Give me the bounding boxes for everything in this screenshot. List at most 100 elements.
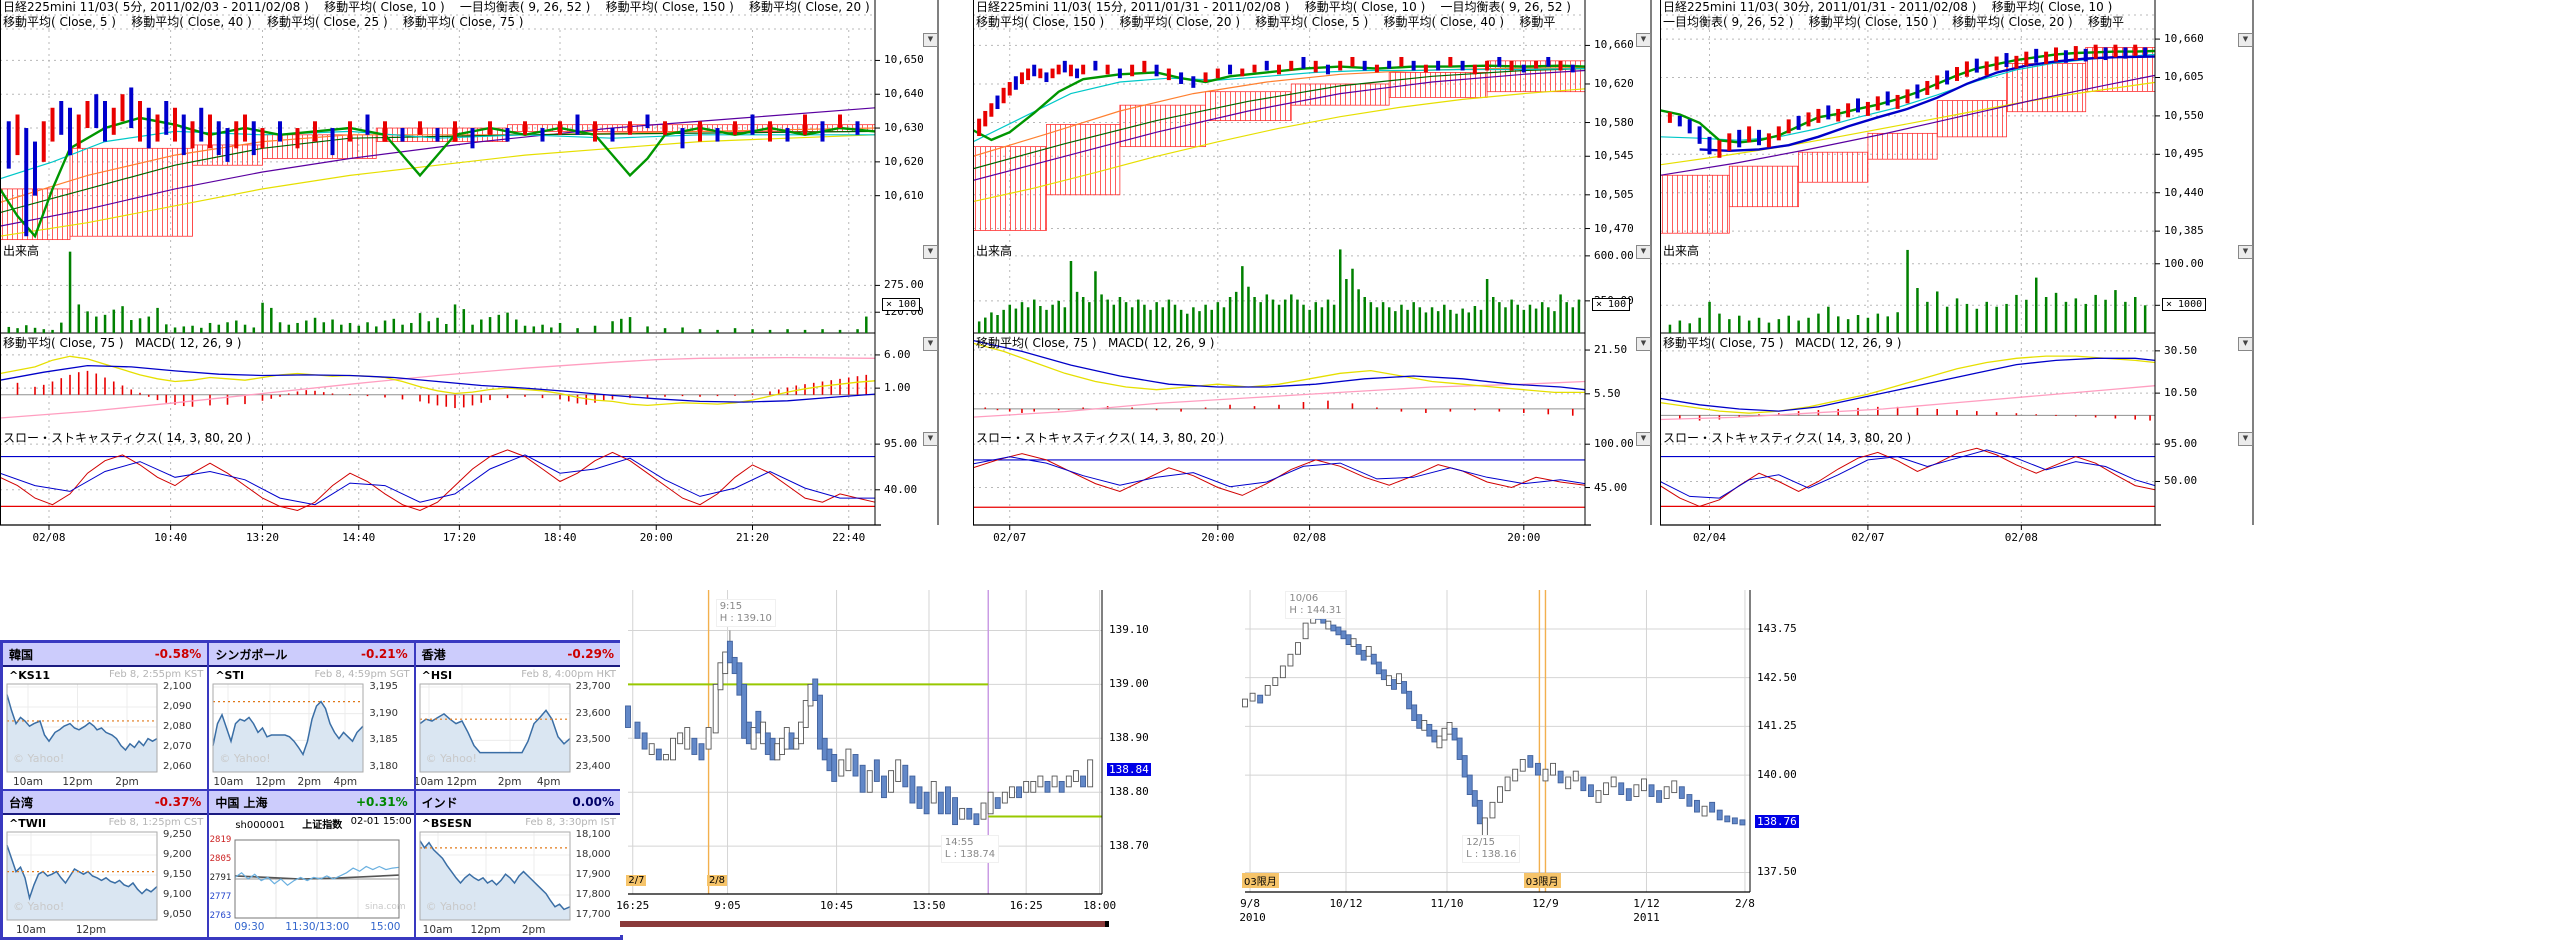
mini-y-axis-label: 17,900 — [576, 869, 611, 880]
volume-axis-label: 275.00 — [884, 278, 924, 291]
market-cell-taiwan: 台湾 -0.37% ^TWII Feb 8, 1:25pm CST 9,2509… — [2, 790, 208, 938]
stoch-axis-label: 95.00 — [884, 437, 917, 450]
x-tick-label: 20:00 — [1507, 531, 1540, 544]
panel-menu-button[interactable]: ▼ — [1636, 432, 1651, 446]
scroll-range-bar[interactable] — [620, 921, 1109, 927]
market-change-percent: -0.37% — [155, 791, 202, 813]
mini-x-axis-label: 12pm — [255, 776, 285, 788]
market-symbol: sh000001 — [235, 820, 285, 831]
mini-x-axis-label: 10am — [415, 776, 444, 788]
x-tick-label: 12/9 — [1532, 897, 1559, 910]
volume-multiplier: × 100 — [1592, 298, 1630, 311]
market-mini-chart[interactable]: 18,10018,00017,90017,80017,70010am12pm2p… — [416, 830, 620, 936]
macd-axis-label: 5.50 — [1594, 387, 1621, 400]
world-markets-widget-grid: 韓国 -0.58% ^KS11 Feb 8, 2:55pm KST 2,1002… — [0, 640, 623, 940]
market-name: 中国 上海 — [215, 796, 267, 810]
mini-x-axis-label: 15:00 — [370, 921, 400, 933]
market-mini-chart[interactable]: 9,2509,2009,1509,1009,05010am12pm© Yahoo… — [3, 830, 207, 936]
panel-menu-button[interactable]: ▼ — [2238, 33, 2253, 47]
price-axis-label: 10,580 — [1594, 116, 1634, 129]
mini-x-axis-label: 11:30/13:00 — [285, 921, 349, 933]
market-mini-chart[interactable]: 23,70023,60023,50023,40010am12pm2pm4pm© … — [416, 682, 620, 788]
panel-menu-button[interactable]: ▼ — [923, 432, 938, 446]
x-tick-label: 20:00 — [1201, 531, 1234, 544]
market-name: シンガポール — [215, 648, 287, 662]
mini-y-axis-label: 2819 — [209, 835, 231, 845]
stochastics-panel-label: スロー・ストキャスティクス( 14, 3, 80, 20 ) — [3, 429, 251, 446]
date-badge: 2/8 — [707, 875, 727, 886]
mini-x-axis-label: 2pm — [298, 776, 322, 788]
chart-credit: © Yahoo! — [426, 752, 477, 765]
panel-menu-button[interactable]: ▼ — [923, 337, 938, 351]
market-body: ^HSI Feb 8, 4:00pm HKT 23,70023,60023,50… — [416, 667, 620, 788]
market-mini-chart[interactable]: 3,1953,1903,1853,18010am12pm2pm4pm© Yaho… — [209, 682, 413, 788]
stochastics-panel-label: スロー・ストキャスティクス( 14, 3, 80, 20 ) — [1663, 429, 1911, 446]
panel-menu-button[interactable]: ▼ — [1636, 337, 1651, 351]
market-header: 香港 -0.29% — [416, 643, 620, 667]
low-annotation: 14:55L : 138.74 — [941, 835, 999, 863]
y-axis-label: 138.70 — [1109, 839, 1149, 852]
panel-menu-button[interactable]: ▼ — [2238, 245, 2253, 259]
macd-axis-label: 21.50 — [1594, 343, 1627, 356]
annotation-time: 14:55 — [945, 837, 995, 849]
panel-menu-button[interactable]: ▼ — [2238, 337, 2253, 351]
mini-y-axis-label: 2791 — [209, 873, 231, 883]
market-mini-chart[interactable]: 2819280527912777276309:3011:30/13:0015:0… — [209, 830, 413, 936]
mini-x-axis-label: 12pm — [76, 924, 106, 936]
chart-title: 日経225mini 11/03( 15分, 2011/01/31 - 2011/… — [976, 0, 1653, 15]
x-tick-label: 16:25 — [616, 899, 649, 912]
stoch-axis-label: 45.00 — [1594, 481, 1627, 494]
chart-title: 日経225mini 11/03( 30分, 2011/01/31 - 2011/… — [1663, 0, 2255, 15]
volume-panel-label: 出来高 — [3, 242, 39, 259]
market-cell-singapore: シンガポール -0.21% ^STI Feb 8, 4:59pm SGT 3,1… — [208, 642, 414, 790]
mini-y-axis-label: 17,800 — [576, 889, 611, 900]
volume-multiplier: × 1000 — [2162, 298, 2206, 311]
panel-menu-button[interactable]: ▼ — [923, 245, 938, 259]
market-header: インド 0.00% — [416, 791, 620, 815]
panel-menu-button[interactable]: ▼ — [1636, 245, 1651, 259]
market-body: ^STI Feb 8, 4:59pm SGT 3,1953,1903,1853,… — [209, 667, 413, 788]
mini-x-axis-label: 12pm — [62, 776, 92, 788]
price-axis-label: 10,550 — [2164, 109, 2204, 122]
x-tick-label: 1/12 — [1633, 897, 1660, 910]
price-axis-label: 10,650 — [884, 53, 924, 66]
stochastics-panel-label: スロー・ストキャスティクス( 14, 3, 80, 20 ) — [976, 429, 1224, 446]
volume-axis-label: 100.00 — [2164, 257, 2204, 270]
y-axis-label: 142.50 — [1757, 671, 1797, 684]
price-axis-label: 10,470 — [1594, 222, 1634, 235]
y-axis-label: 138.90 — [1109, 731, 1149, 744]
x-tick-label: 02/07 — [1851, 531, 1884, 544]
market-body: sh000001 上证指数 02-01 15:00 28192805279127… — [209, 815, 413, 936]
macd-axis-label: 6.00 — [884, 348, 911, 361]
market-cell-korea: 韓国 -0.58% ^KS11 Feb 8, 2:55pm KST 2,1002… — [2, 642, 208, 790]
mini-y-axis-label: 9,200 — [163, 849, 192, 860]
panel-menu-button[interactable]: ▼ — [923, 33, 938, 47]
x-tick-label: 9/8 — [1240, 897, 1260, 910]
annotation-value: H : 139.10 — [720, 613, 772, 625]
mini-y-axis-label: 9,100 — [163, 889, 192, 900]
annotation-value: L : 138.74 — [945, 849, 995, 861]
mini-x-axis-label: 10am — [13, 776, 43, 788]
panel-menu-button[interactable]: ▼ — [2238, 432, 2253, 446]
stoch-axis-label: 95.00 — [2164, 437, 2197, 450]
mini-x-axis-label: 10am — [213, 776, 243, 788]
low-annotation: 12/15L : 138.16 — [1462, 835, 1520, 863]
mini-y-axis-label: 23,600 — [576, 708, 611, 719]
mini-x-axis-label: 10am — [16, 924, 46, 936]
stoch-axis-label: 40.00 — [884, 483, 917, 496]
market-cell-china-shanghai: 中国 上海 +0.31% sh000001 上证指数 02-01 15:00 2… — [208, 790, 414, 938]
market-mini-chart[interactable]: 2,1002,0902,0802,0702,06010am12pm2pm© Ya… — [3, 682, 207, 788]
x-tick-label: 21:20 — [736, 531, 769, 544]
market-cell-hongkong: 香港 -0.29% ^HSI Feb 8, 4:00pm HKT 23,7002… — [415, 642, 621, 790]
contract-month-badge: 03限月 — [1242, 873, 1279, 888]
chart-credit: © Yahoo! — [13, 900, 64, 913]
x-tick-label: 02/07 — [993, 531, 1026, 544]
x-tick-label: 9:05 — [714, 899, 741, 912]
panel-menu-button[interactable]: ▼ — [1636, 33, 1651, 47]
price-axis-label: 10,620 — [884, 155, 924, 168]
chart-credit: © Yahoo! — [219, 752, 270, 765]
x-tick-label: 2/8 — [1735, 897, 1755, 910]
x-tick-label: 18:40 — [543, 531, 576, 544]
y-axis-label: 143.75 — [1757, 622, 1797, 635]
market-change-percent: -0.21% — [361, 643, 408, 665]
